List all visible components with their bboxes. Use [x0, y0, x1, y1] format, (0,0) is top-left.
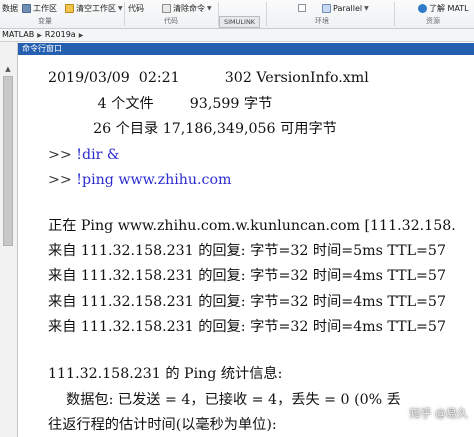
console-line: 来自 111.32.158.231 的回复: 字节=32 时间=5ms TTL=… [48, 243, 446, 259]
breadcrumb-matlab[interactable]: MATLAB [0, 29, 36, 41]
command-text: !ping www.zhihu.com [76, 172, 232, 188]
left-scroll-strip: ▲ [0, 42, 18, 437]
section-divider [124, 2, 125, 26]
parallel-icon [322, 4, 331, 13]
watermark: 知乎 @易久 [409, 407, 469, 420]
workspace-button[interactable]: 工作区 [22, 2, 57, 15]
section-label-environment: 环境 [315, 17, 329, 25]
layout-checkbox[interactable] [298, 4, 306, 12]
clear-commands-icon [162, 4, 171, 13]
console-line: 来自 111.32.158.231 的回复: 字节=32 时间=4ms TTL=… [48, 294, 446, 310]
import-data-label: 数据 [2, 4, 18, 13]
console-line: 来自 111.32.158.231 的回复: 字节=32 时间=4ms TTL=… [48, 319, 446, 335]
learn-matlab-button[interactable]: 了解 MATL [418, 2, 469, 15]
section-label-code: 代码 [164, 17, 178, 25]
simulink-tab[interactable]: SIMULINK [219, 16, 261, 28]
clear-commands-button[interactable]: 清除命令 ▼ [162, 2, 212, 15]
scrollbar-thumb[interactable] [3, 76, 13, 246]
scroll-up-icon[interactable]: ▲ [4, 65, 12, 73]
chevron-down-icon: ▼ [207, 5, 212, 12]
clear-commands-label: 清除命令 [173, 4, 205, 13]
console-line: 往返行程的估计时间(以毫秒为单位): [48, 417, 277, 433]
chevron-down-icon: ▼ [364, 5, 369, 12]
console-line-cut: 2019/03/09 02:21 <DIR> uninstall [48, 55, 357, 61]
command-window-title: 命令行窗口 [18, 43, 474, 55]
command-prompt: >> [48, 172, 77, 188]
parallel-label: Parallel [333, 4, 363, 13]
section-label-variable: 变量 [38, 17, 52, 25]
import-data-button[interactable]: 数据 [2, 2, 18, 15]
console-line: 26 个目录 17,186,349,056 可用字节 [48, 121, 337, 137]
chevron-right-icon: ▶ [37, 31, 42, 39]
workspace-label: 工作区 [33, 4, 57, 13]
workspace-icon [22, 4, 31, 13]
chevron-down-icon: ▼ [118, 5, 123, 12]
console-command-line: >> !ping www.zhihu.com [48, 169, 231, 191]
console-line: 4 个文件 93,599 字节 [48, 96, 273, 112]
command-text: !dir & [76, 147, 120, 163]
console-line: 111.32.158.231 的 Ping 统计信息: [48, 366, 283, 382]
clear-workspace-icon [65, 4, 74, 13]
matlab-window: 数据 工作区 清空工作区 ▼ 代码 清除命令 ▼ SIMULINK Parall… [0, 0, 474, 437]
toolstrip: 数据 工作区 清空工作区 ▼ 代码 清除命令 ▼ SIMULINK Parall… [0, 0, 474, 29]
console-command-line: >> !dir & [48, 144, 120, 166]
console-line: 2019/03/09 02:21 302 VersionInfo.xml [48, 70, 369, 86]
console-line: 正在 Ping www.zhihu.com.w.kunluncan.com [1… [48, 218, 456, 234]
console-line: 来自 111.32.158.231 的回复: 字节=32 时间=4ms TTL=… [48, 268, 446, 284]
learn-matlab-label: 了解 MATL [429, 4, 469, 13]
parallel-button[interactable]: Parallel ▼ [322, 2, 369, 15]
current-folder-bar[interactable]: MATLAB ▶ R2019a ▶ [0, 29, 474, 42]
command-window-console[interactable]: 2019/03/09 02:21 <DIR> uninstall 2019/03… [18, 55, 474, 437]
chevron-right-icon: ▶ [78, 31, 84, 39]
code-button[interactable]: 代码 [128, 2, 144, 15]
help-icon [418, 4, 427, 13]
breadcrumb-r2019a[interactable]: R2019a [43, 29, 78, 41]
clear-workspace-button[interactable]: 清空工作区 ▼ [65, 2, 123, 15]
section-divider [266, 2, 267, 26]
clear-workspace-label: 清空工作区 [76, 4, 116, 13]
console-line: 数据包: 已发送 = 4，已接收 = 4，丢失 = 0 (0% 丢 [48, 392, 401, 408]
code-label: 代码 [128, 4, 144, 13]
command-prompt: >> [48, 147, 77, 163]
section-divider [394, 2, 395, 26]
section-label-resources: 资源 [426, 17, 440, 25]
